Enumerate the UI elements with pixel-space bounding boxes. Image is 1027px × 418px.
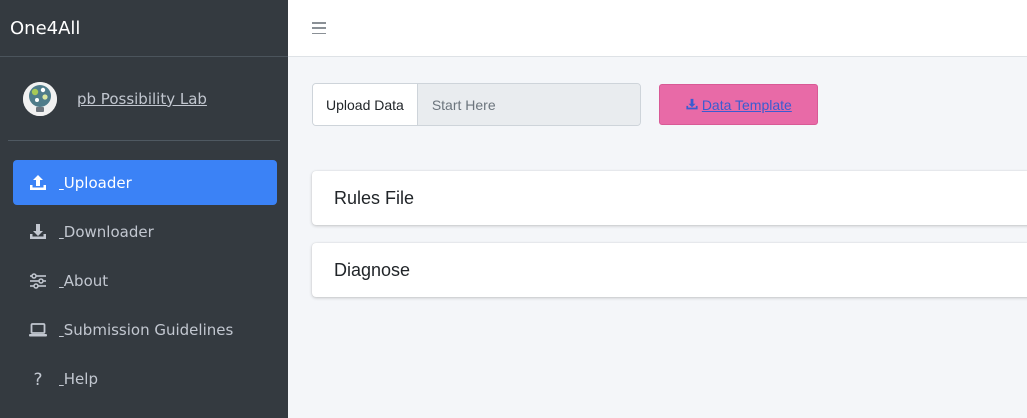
sidebar-item-label: Downloader bbox=[63, 222, 154, 241]
sidebar: One4All pb Possibility Lab Uploader Down… bbox=[0, 0, 288, 418]
user-name-link[interactable]: pb Possibility Lab bbox=[77, 90, 207, 108]
download-icon bbox=[686, 98, 698, 110]
user-panel: pb Possibility Lab bbox=[8, 57, 280, 141]
diagnose-title: Diagnose bbox=[334, 259, 411, 280]
sidebar-item-about[interactable]: About bbox=[13, 258, 277, 303]
sidebar-item-submission-guidelines[interactable]: Submission Guidelines bbox=[13, 307, 277, 352]
upload-input-group: Upload Data Start Here bbox=[312, 83, 641, 126]
sidebar-item-help[interactable]: ? Help bbox=[13, 356, 277, 401]
topbar bbox=[288, 0, 1027, 57]
file-name-field[interactable]: Start Here bbox=[417, 84, 640, 125]
sidebar-item-label: About bbox=[63, 271, 109, 290]
sidebar-item-label: Uploader bbox=[63, 173, 132, 192]
sidebar-item-label: Help bbox=[63, 369, 98, 388]
data-template-label: Data Template bbox=[701, 96, 792, 113]
app-root: One4All pb Possibility Lab Uploader Down… bbox=[0, 0, 1027, 418]
upload-icon bbox=[25, 174, 51, 192]
sidebar-item-downloader[interactable]: Downloader bbox=[13, 209, 277, 254]
main-content: Upload Data Start Here Data Template Rul… bbox=[288, 0, 1027, 418]
svg-text:?: ? bbox=[33, 370, 42, 388]
upload-data-button[interactable]: Upload Data bbox=[313, 84, 418, 125]
rules-file-title: Rules File bbox=[334, 187, 415, 208]
download-icon bbox=[25, 223, 51, 241]
pb-lab-logo-icon bbox=[23, 81, 57, 116]
data-template-button[interactable]: Data Template bbox=[658, 84, 818, 125]
sliders-icon bbox=[25, 272, 51, 290]
brand-title[interactable]: One4All bbox=[0, 0, 288, 57]
sidebar-item-uploader[interactable]: Uploader bbox=[13, 160, 277, 205]
question-icon: ? bbox=[25, 370, 51, 388]
sidebar-item-label: Submission Guidelines bbox=[63, 320, 234, 339]
hamburger-menu-icon[interactable] bbox=[312, 22, 326, 34]
rules-file-card[interactable]: Rules File bbox=[312, 171, 1027, 225]
laptop-icon bbox=[25, 321, 51, 339]
sidebar-nav: Uploader Downloader About Submission Gui… bbox=[0, 160, 288, 401]
diagnose-card[interactable]: Diagnose bbox=[312, 243, 1027, 297]
upload-row: Upload Data Start Here Data Template bbox=[312, 83, 818, 126]
